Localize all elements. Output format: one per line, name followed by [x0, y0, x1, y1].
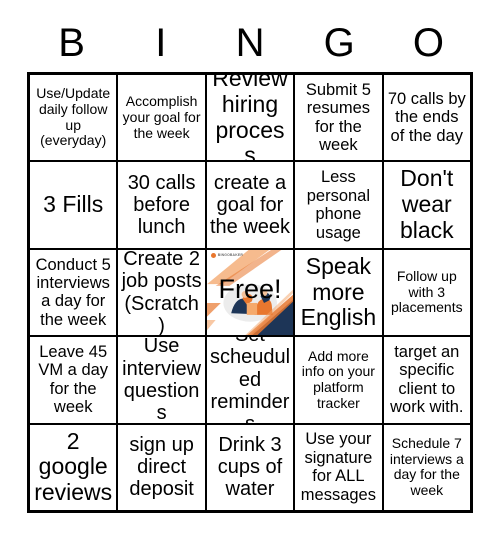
- bingo-cell[interactable]: 2 google reviews: [30, 424, 117, 510]
- bingo-cell[interactable]: Set scheuduled reminders: [206, 337, 294, 423]
- bingo-cell-text: Add more info on your platform tracker: [301, 347, 375, 411]
- bingo-cell-text: Follow up with 3 placements: [391, 267, 463, 316]
- header-letter-b: B: [58, 21, 85, 65]
- bingo-cell[interactable]: Speak more English: [295, 249, 382, 336]
- bingo-cell-text: Drink 3 cups of water: [217, 433, 283, 501]
- bingo-cell[interactable]: target an specific client to work with.: [383, 337, 470, 423]
- bingo-cell-text: 30 calls before lunch: [127, 171, 196, 239]
- bingo-cell[interactable]: Less personal phone usage: [295, 162, 382, 248]
- bingo-cell[interactable]: Follow up with 3 placements: [383, 249, 470, 336]
- bingo-cell-text: Leave 45 VM a day for the week: [38, 342, 109, 417]
- bingo-cell-text: Use interview questions: [122, 337, 202, 423]
- bingobaker-logo: BINGOBAKER: [210, 252, 243, 258]
- bingo-cell-text: Use your signature for ALL messages: [300, 430, 376, 504]
- bingo-cell[interactable]: Drink 3 cups of water: [206, 424, 294, 510]
- bingo-cell-text: Review hiring process: [212, 75, 288, 161]
- logo-wordmark: BINGOBAKER: [217, 253, 243, 258]
- header-letter-i: I: [155, 21, 167, 65]
- bingo-cell[interactable]: Conduct 5 interviews a day for the week: [30, 249, 117, 336]
- bingo-cell[interactable]: 3 Fills: [30, 162, 117, 248]
- bingo-cell-free-space[interactable]: BINGOBAKER Free!: [206, 249, 294, 336]
- bingo-cell-text: Conduct 5 interviews a day for the week: [35, 255, 111, 329]
- header-letter-o: O: [412, 21, 444, 65]
- bingo-cell-text: create a goal for the week: [209, 171, 291, 239]
- bingo-cell-text: Speak more English: [300, 252, 377, 331]
- free-space-label: Free!: [218, 273, 282, 304]
- bingo-cell[interactable]: Schedule 7 interviews a day for the week: [383, 424, 470, 510]
- bingo-cell[interactable]: Use interview questions: [118, 337, 205, 423]
- bingo-cell[interactable]: 30 calls before lunch: [118, 162, 205, 248]
- bingo-cell[interactable]: Create 2 job posts (Scratch): [118, 249, 205, 336]
- bingo-header: B I N G O: [27, 14, 473, 72]
- bingo-cell[interactable]: Review hiring process: [206, 75, 294, 161]
- bingo-cell[interactable]: Add more info on your platform tracker: [295, 337, 382, 423]
- bingo-cell[interactable]: Leave 45 VM a day for the week: [30, 337, 117, 423]
- bingo-cell-text: 70 calls by the ends of the day: [387, 89, 466, 145]
- bingo-cell-text: sign up direct deposit: [129, 433, 194, 501]
- bingo-cell-text: Use/Update daily follow up (everyday): [36, 85, 111, 149]
- bingo-cell[interactable]: 70 calls by the ends of the day: [383, 75, 470, 161]
- logo-dot-icon: [210, 252, 216, 258]
- bingo-cell[interactable]: Use your signature for ALL messages: [295, 424, 382, 510]
- bingo-cell-text: target an specific client to work with.: [390, 342, 464, 417]
- bingo-cell-text: Submit 5 resumes for the week: [305, 80, 371, 155]
- bingo-cell-text: Create 2 job posts (Scratch): [121, 249, 202, 336]
- bingo-cell[interactable]: Submit 5 resumes for the week: [295, 75, 382, 161]
- bingo-cell[interactable]: create a goal for the week: [206, 162, 294, 248]
- bingo-grid: Use/Update daily follow up (everyday) Acc…: [27, 72, 473, 513]
- bingo-cell[interactable]: Use/Update daily follow up (everyday): [30, 75, 117, 161]
- bingo-cell[interactable]: Accomplish your goal for the week: [118, 75, 205, 161]
- bingo-card: B I N G O Use/Update daily follow up (ev…: [0, 0, 501, 544]
- bingo-cell-text: Set scheuduled reminders: [209, 337, 291, 422]
- bingo-cell-text: 3 Fills: [43, 191, 104, 218]
- bingo-cell[interactable]: Don't wear black: [383, 162, 470, 248]
- bingo-cell-text: Accomplish your goal for the week: [122, 93, 201, 141]
- bingo-cell-text: Schedule 7 interviews a day for the week: [389, 434, 464, 498]
- bingo-cell-text: 2 google reviews: [34, 427, 113, 506]
- bingo-cell-text: Don't wear black: [399, 165, 454, 243]
- bingo-cell[interactable]: sign up direct deposit: [118, 424, 205, 510]
- header-letter-n: N: [235, 21, 265, 65]
- header-letter-g: G: [323, 21, 355, 65]
- bingo-cell-text: Less personal phone usage: [306, 168, 371, 242]
